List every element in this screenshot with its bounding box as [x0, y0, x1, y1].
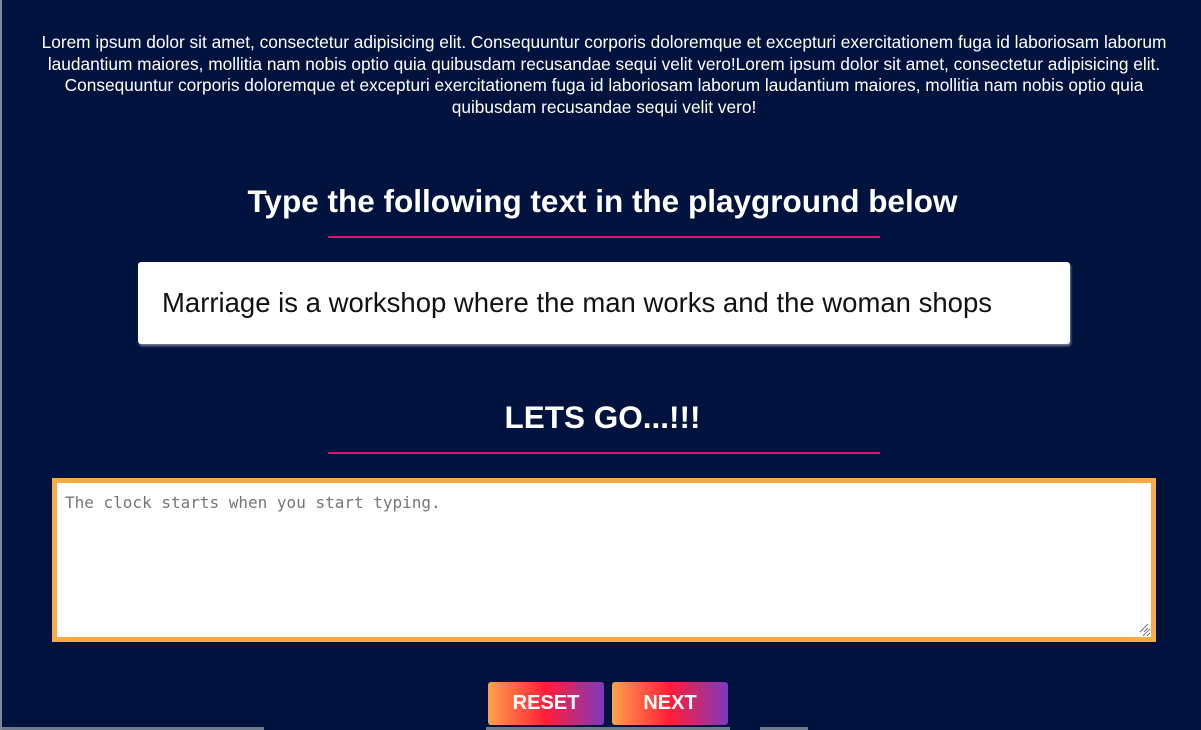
intro-paragraph: Lorem ipsum dolor sit amet, consectetur …	[41, 32, 1167, 118]
instructions-title: Type the following text in the playgroun…	[247, 183, 958, 219]
next-button[interactable]: NEXT	[612, 682, 728, 725]
instructions-title-underline	[328, 236, 880, 238]
quote-card: Marriage is a workshop where the man wor…	[138, 262, 1070, 344]
playground-title: LETS GO...!!!	[504, 399, 701, 435]
reset-button[interactable]: RESET	[488, 682, 604, 725]
quote-text: Marriage is a workshop where the man wor…	[162, 287, 992, 318]
typing-playground-input[interactable]	[52, 478, 1156, 642]
typing-test-page: Lorem ipsum dolor sit amet, consectetur …	[0, 0, 1201, 730]
playground-title-underline	[328, 452, 880, 454]
